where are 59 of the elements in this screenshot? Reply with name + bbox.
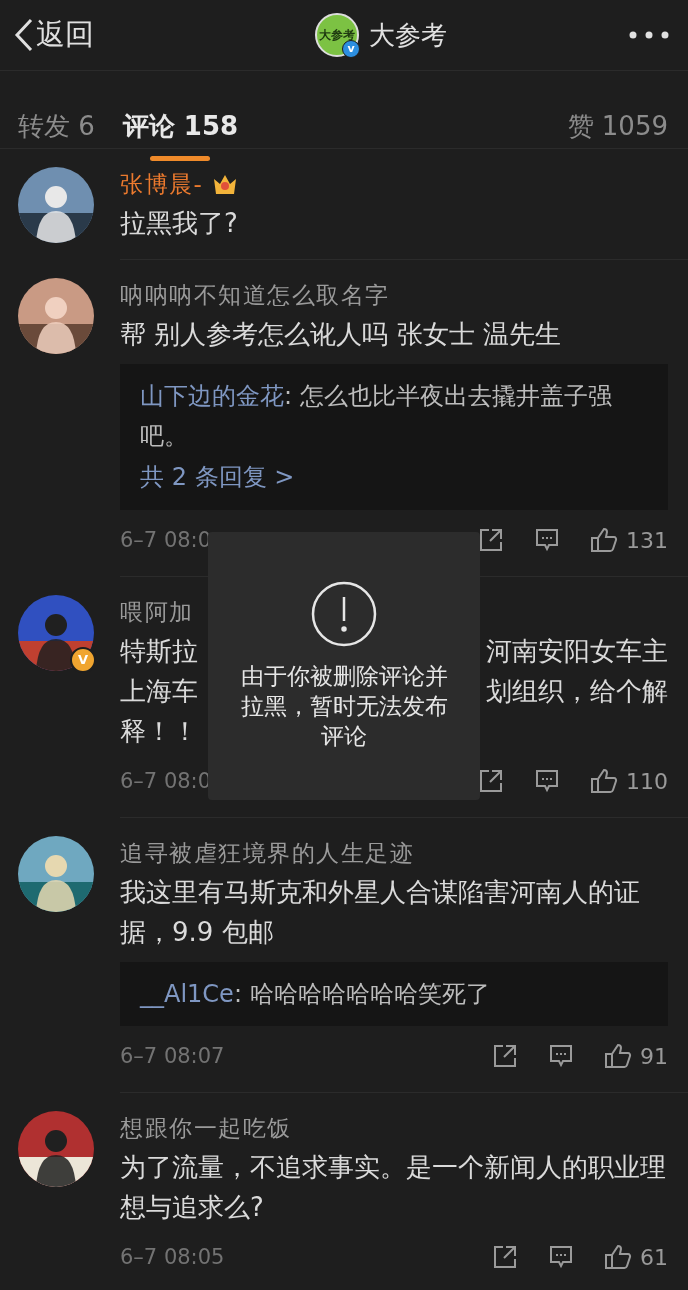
comment-icon: [534, 768, 560, 794]
thumbs-up-icon: [604, 1042, 632, 1070]
share-icon: [492, 1043, 518, 1069]
like-button[interactable]: 61: [604, 1243, 668, 1271]
comment-text: 河南安阳女车主: [486, 634, 668, 668]
back-icon: [14, 18, 34, 52]
tab[interactable]: 评论 158: [122, 89, 239, 161]
comment-button[interactable]: [534, 527, 560, 553]
reply-text: 山下边的金花: 怎么也比半夜出去撬井盖子强吧。: [140, 381, 613, 452]
comment-text: 我这里有马斯克和外星人合谋陷害河南人的证据，9.9 包邮: [120, 876, 641, 949]
share-button[interactable]: [492, 1244, 518, 1270]
timestamp: 6–7 08:05: [120, 1245, 225, 1269]
toast-message: 由于你被删除评论并拉黑，暂时无法发布评论: [239, 662, 449, 751]
verified-badge: V: [70, 647, 96, 673]
username[interactable]: 喂阿加: [120, 596, 194, 628]
comment-text: 释！！: [120, 714, 198, 748]
comment-button[interactable]: [548, 1244, 574, 1270]
comment-text: 特斯拉: [120, 634, 198, 668]
reply-box[interactable]: __Al1Ce: 哈哈哈哈哈哈哈笑死了: [120, 962, 668, 1026]
page-title: 大参考: [369, 18, 447, 52]
comment-text: 上海车: [120, 674, 198, 708]
reply-text: __Al1Ce: 哈哈哈哈哈哈哈笑死了: [140, 979, 491, 1010]
thumbs-up-icon: [604, 1243, 632, 1271]
share-button[interactable]: [478, 768, 504, 794]
logo: 大参考 v: [315, 13, 359, 57]
verified-badge: v: [342, 40, 360, 58]
username[interactable]: 想跟你一起吃饭: [120, 1112, 292, 1144]
reply-box[interactable]: 山下边的金花: 怎么也比半夜出去撬井盖子强吧。 共 2 条回复 >: [120, 364, 668, 510]
comment-icon: [534, 527, 560, 553]
back-button[interactable]: 返回: [14, 15, 94, 55]
more-replies-link[interactable]: 共 2 条回复 >: [140, 456, 295, 498]
username[interactable]: 追寻被虐狂境界的人生足迹: [120, 837, 414, 869]
comment-button[interactable]: [548, 1043, 574, 1069]
like-button[interactable]: 91: [604, 1042, 668, 1070]
share-icon: [478, 768, 504, 794]
likes-tab[interactable]: 赞 1059: [567, 109, 668, 143]
reply-author[interactable]: __Al1Ce: [140, 980, 234, 1008]
like-button[interactable]: 131: [590, 526, 668, 554]
comment-text: 为了流量，不追求事实。是一个新闻人的职业理想与追求么?: [120, 1151, 667, 1224]
comment-icon: [548, 1244, 574, 1270]
reply-author[interactable]: 山下边的金花: [140, 382, 284, 410]
comment-icon: [548, 1043, 574, 1069]
comment-button[interactable]: [534, 768, 560, 794]
comment-text: 拉黑我了?: [120, 207, 239, 240]
username[interactable]: 张博晨-: [120, 168, 204, 200]
alert-icon: [311, 581, 377, 647]
share-button[interactable]: [492, 1043, 518, 1069]
like-button[interactable]: 110: [590, 767, 668, 795]
share-icon: [492, 1244, 518, 1270]
more-icon[interactable]: [628, 30, 670, 40]
username[interactable]: 呐呐呐不知道怎么取名字: [120, 279, 390, 311]
comment-text: 帮 别人参考怎么讹人吗 张女士 温先生: [120, 318, 562, 351]
share-button[interactable]: [478, 527, 504, 553]
share-icon: [478, 527, 504, 553]
comment-text: 划组织，给个解: [486, 674, 668, 708]
thumbs-up-icon: [590, 767, 618, 795]
timestamp: 6–7 08:07: [120, 1044, 225, 1068]
thumbs-up-icon: [590, 526, 618, 554]
tab[interactable]: 转发 6: [18, 89, 95, 161]
